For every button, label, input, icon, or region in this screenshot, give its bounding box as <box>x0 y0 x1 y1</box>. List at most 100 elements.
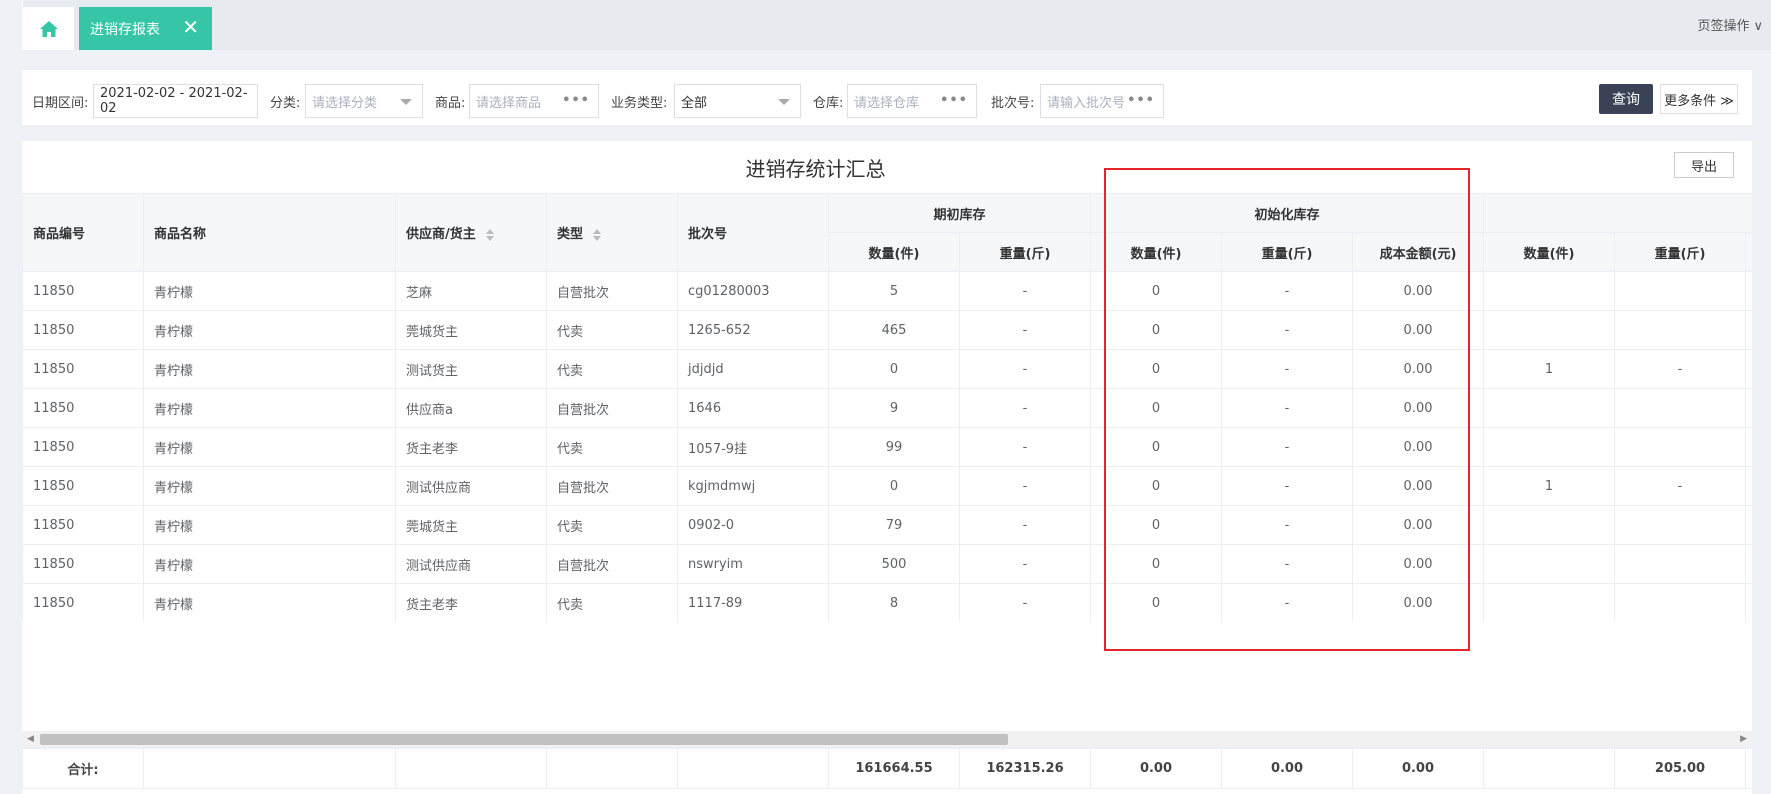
tab-inventory-report[interactable]: 进销存报表 ✕ <box>79 7 212 50</box>
more-conditions-button[interactable]: 更多条件 ≫ <box>1660 84 1738 114</box>
cell-pur-weight <box>1614 505 1747 545</box>
date-range-input[interactable]: 2021-02-02 - 2021-02-02 <box>93 84 258 118</box>
cell-open-weight: - <box>958 310 1092 350</box>
cell-init-weight: - <box>1221 271 1354 311</box>
cell-init-cost: 0.00 <box>1352 271 1485 311</box>
cell-open-qty: 9 <box>828 388 960 428</box>
col-header-open-qty: 数量(件) <box>828 232 960 272</box>
totals-pur-weight: 205.00 <box>1614 748 1746 789</box>
horizontal-scrollbar[interactable]: ◀ ▶ <box>22 731 1752 747</box>
cell-open-weight: - <box>958 271 1092 311</box>
scrollbar-thumb[interactable] <box>40 734 1008 745</box>
cell-open-qty: 79 <box>828 505 960 545</box>
cell-batch: nswryim <box>677 544 829 584</box>
warehouse-picker[interactable]: 请选择仓库 ••• <box>847 84 977 118</box>
cell-init-cost: 0.00 <box>1352 505 1485 545</box>
totals-init-qty: 0.00 <box>1090 748 1222 789</box>
table-row[interactable]: 11850 青柠檬 货主老李 代卖 1057-9挂 99-0-0.00 <box>22 427 1752 467</box>
cell-pur-weight <box>1614 310 1747 350</box>
cell-pur-qty <box>1483 427 1616 467</box>
product-picker[interactable]: 请选择商品 ••• <box>469 84 599 118</box>
cell-type: 代卖 <box>546 310 678 350</box>
page-ops-menu[interactable]: 页签操作 ∨ <box>1697 15 1763 34</box>
scroll-right-icon[interactable]: ▶ <box>1740 734 1747 744</box>
cell-type: 代卖 <box>546 427 678 467</box>
batch-label: 批次号: <box>991 96 1035 111</box>
cell-pur-weight <box>1614 544 1747 584</box>
category-label: 分类: <box>270 96 301 111</box>
tab-home[interactable] <box>23 7 74 50</box>
cell-init-cost: 0.00 <box>1352 544 1485 584</box>
business-type-select[interactable]: 全部 <box>674 84 801 118</box>
query-button[interactable]: 查询 <box>1599 84 1653 114</box>
cell-supplier: 货主老李 <box>395 583 547 622</box>
page-ops-label: 页签操作 <box>1697 19 1750 34</box>
business-type-label: 业务类型: <box>611 96 668 111</box>
group-header-purchase: 采购 <box>1483 193 1752 233</box>
col-header-pur-weight: 重量(斤) <box>1614 232 1747 272</box>
cell-name: 青柠檬 <box>143 505 396 545</box>
more-dots-icon[interactable]: ••• <box>940 93 968 108</box>
table-row[interactable]: 11850 青柠檬 莞城货主 代卖 1265-652 465-0-0.00 <box>22 310 1752 350</box>
totals-pur-qty <box>1483 748 1615 789</box>
cell-init-weight: - <box>1221 388 1354 428</box>
more-dots-icon[interactable]: ••• <box>1127 93 1155 108</box>
sort-icon[interactable] <box>593 228 602 241</box>
col-header-code: 商品编号 <box>22 193 144 272</box>
cell-empty <box>1745 427 1752 467</box>
cell-supplier: 莞城货主 <box>395 310 547 350</box>
scroll-left-icon[interactable]: ◀ <box>27 734 34 744</box>
more-dots-icon[interactable]: ••• <box>562 93 590 108</box>
cell-pur-qty <box>1483 310 1616 350</box>
batch-input[interactable]: 请输入批次号 ••• <box>1040 84 1164 118</box>
cell-supplier: 供应商a <box>395 388 547 428</box>
cell-supplier: 货主老李 <box>395 427 547 467</box>
table-row[interactable]: 11850 青柠檬 供应商a 自营批次 1646 9-0-0.00 <box>22 388 1752 428</box>
cell-open-weight: - <box>958 466 1092 506</box>
cell-pur-qty <box>1483 271 1616 311</box>
table-row[interactable]: 11850 青柠檬 测试供应商 自营批次 kgjmdmwj 0-0-0.00 1- <box>22 466 1752 506</box>
cell-code: 11850 <box>22 427 144 467</box>
date-range-label: 日期区间: <box>32 96 89 111</box>
cell-batch: 1057-9挂 <box>677 427 829 467</box>
cell-init-weight: - <box>1221 466 1354 506</box>
col-header-supplier[interactable]: 供应商/货主 <box>395 193 547 272</box>
category-select[interactable]: 请选择分类 <box>305 84 423 118</box>
table-row[interactable]: 11850 青柠檬 货主老李 代卖 1117-89 8-0-0.00 <box>22 583 1752 622</box>
product-label: 商品: <box>435 96 466 111</box>
export-button[interactable]: 导出 <box>1674 152 1734 178</box>
chevron-down-icon: ∨ <box>1753 19 1763 34</box>
table-row[interactable]: 11850 青柠檬 莞城货主 代卖 0902-0 79-0-0.00 <box>22 505 1752 545</box>
product-placeholder: 请选择商品 <box>476 95 542 111</box>
business-type-value: 全部 <box>681 95 708 111</box>
sort-icon[interactable] <box>485 228 494 241</box>
tab-label: 进销存报表 <box>90 21 160 38</box>
table-row[interactable]: 11850 青柠檬 芝麻 自营批次 cg01280003 5-0-0.00 <box>22 271 1752 311</box>
cell-init-cost: 0.00 <box>1352 349 1485 389</box>
cell-init-cost: 0.00 <box>1352 466 1485 506</box>
col-header-type[interactable]: 类型 <box>546 193 678 272</box>
cell-pur-qty <box>1483 505 1616 545</box>
cell-init-qty: 0 <box>1090 505 1223 545</box>
dropdown-arrow-icon <box>400 99 412 105</box>
cell-open-qty: 500 <box>828 544 960 584</box>
table-row[interactable]: 11850 青柠檬 测试货主 代卖 jdjdjd 0-0-0.00 1- <box>22 349 1752 389</box>
cell-name: 青柠檬 <box>143 271 396 311</box>
cell-name: 青柠檬 <box>143 349 396 389</box>
cell-empty <box>1745 583 1752 622</box>
cell-init-weight: - <box>1221 583 1354 622</box>
category-placeholder: 请选择分类 <box>312 95 378 111</box>
close-icon[interactable]: ✕ <box>182 17 199 37</box>
cell-code: 11850 <box>22 505 144 545</box>
cell-batch: jdjdjd <box>677 349 829 389</box>
cell-code: 11850 <box>22 583 144 622</box>
cell-code: 11850 <box>22 310 144 350</box>
totals-init-cost: 0.00 <box>1352 748 1484 789</box>
cell-pur-qty <box>1483 583 1616 622</box>
cell-init-cost: 0.00 <box>1352 583 1485 622</box>
cell-open-qty: 0 <box>828 349 960 389</box>
cell-type: 自营批次 <box>546 466 678 506</box>
table-row[interactable]: 11850 青柠檬 测试供应商 自营批次 nswryim 500-0-0.00 <box>22 544 1752 584</box>
dropdown-arrow-icon <box>778 99 790 105</box>
cell-batch: 1117-89 <box>677 583 829 622</box>
